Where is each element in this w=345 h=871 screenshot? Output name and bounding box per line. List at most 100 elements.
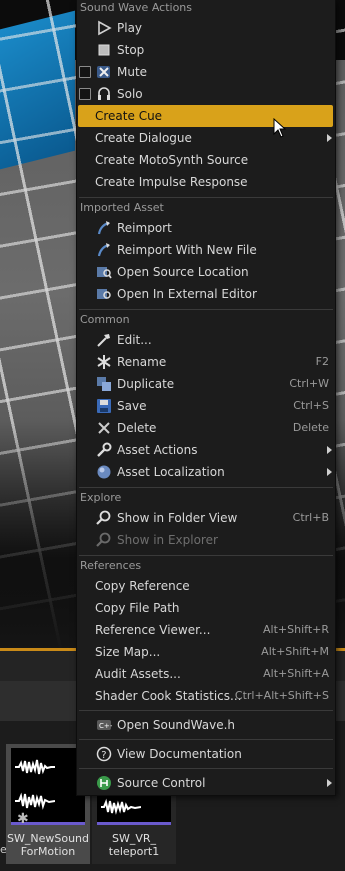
menu-item-label: Create Dialogue — [95, 131, 192, 145]
menu-item-shortcut: Ctrl+S — [293, 399, 329, 412]
menu-item-label: Duplicate — [117, 377, 175, 391]
menu-item-audit-assets[interactable]: Audit Assets... Alt+Shift+A — [77, 663, 335, 685]
submenu-arrow-icon — [327, 468, 332, 476]
menu-item-label: Reference Viewer... — [95, 623, 211, 637]
menu-item-label: Open Source Location — [117, 265, 249, 279]
menu-separator — [79, 197, 333, 198]
menu-item-label: Size Map... — [95, 645, 161, 659]
menu-item-asset-actions[interactable]: Asset Actions — [77, 439, 335, 461]
menu-item-copy-file-path[interactable]: Copy File Path — [77, 597, 335, 619]
menu-item-reimport-with-new-file[interactable]: Reimport With New File — [77, 239, 335, 261]
headphones-icon — [96, 86, 112, 102]
menu-item-label: Rename — [117, 355, 167, 369]
reimport-icon — [96, 220, 112, 236]
menu-item-label: Audit Assets... — [95, 667, 181, 681]
menu-item-save[interactable]: Save Ctrl+S — [77, 395, 335, 417]
rename-icon — [96, 354, 112, 370]
menu-item-label: Copy Reference — [95, 579, 190, 593]
external-editor-icon — [96, 286, 112, 302]
submenu-arrow-icon — [327, 446, 332, 454]
globe-icon — [96, 464, 112, 480]
menu-item-label: Source Control — [117, 776, 206, 790]
asset-name: SW_NewSound ForMotion — [6, 832, 90, 858]
menu-item-shortcut: Ctrl+B — [292, 511, 329, 524]
menu-item-open-source-location[interactable]: Open Source Location — [77, 261, 335, 283]
asset-name-line2: teleport1 — [108, 845, 160, 858]
menu-item-mute[interactable]: Mute — [77, 61, 335, 83]
menu-item-label: Delete — [117, 421, 157, 435]
modified-star-icon: ✱ — [17, 811, 29, 827]
asset-context-menu: Sound Wave Actions Play Stop Mute Solo C… — [76, 0, 336, 796]
menu-item-shortcut: Ctrl+Alt+Shift+S — [234, 689, 329, 702]
asset-thumbnail: ✱ — [11, 748, 85, 827]
svg-text:?: ? — [101, 750, 106, 761]
menu-separator — [79, 555, 333, 556]
menu-item-create-cue[interactable]: Create Cue — [77, 105, 335, 127]
menu-item-label: Show in Explorer — [117, 533, 218, 547]
menu-separator — [79, 487, 333, 488]
menu-item-duplicate[interactable]: Duplicate Ctrl+W — [77, 373, 335, 395]
menu-item-shortcut: Ctrl+W — [289, 377, 329, 390]
menu-item-rename[interactable]: Rename F2 — [77, 351, 335, 373]
menu-item-label: Play — [117, 21, 143, 35]
folder-search-icon — [96, 264, 112, 280]
menu-item-label: Open SoundWave.h — [117, 718, 236, 732]
save-icon — [96, 398, 112, 414]
help-icon: ? — [96, 746, 112, 762]
svg-text:C++: C++ — [99, 722, 112, 730]
play-icon — [96, 20, 112, 36]
menu-item-play[interactable]: Play — [77, 17, 335, 39]
menu-item-label: Shader Cook Statistics... — [95, 689, 242, 703]
menu-item-label: Solo — [117, 87, 143, 101]
solo-checkbox[interactable] — [79, 88, 91, 100]
submenu-arrow-icon — [327, 779, 332, 787]
stop-icon — [96, 42, 112, 58]
section-references: References — [80, 559, 142, 572]
menu-item-create-impulse-response[interactable]: Create Impulse Response — [77, 171, 335, 193]
menu-item-reimport[interactable]: Reimport — [77, 217, 335, 239]
menu-item-shader-cook-statistics[interactable]: Shader Cook Statistics... Ctrl+Alt+Shift… — [77, 685, 335, 707]
menu-item-label: Show in Folder View — [117, 511, 238, 525]
menu-item-solo[interactable]: Solo — [77, 83, 335, 105]
menu-item-label: Mute — [117, 65, 148, 79]
magnifier-icon — [96, 532, 112, 548]
menu-item-label: Copy File Path — [95, 601, 180, 615]
menu-item-show-in-folder-view[interactable]: Show in Folder View Ctrl+B — [77, 507, 335, 529]
menu-item-open-soundwave-h[interactable]: C++ Open SoundWave.h — [77, 714, 335, 736]
menu-item-label: Create Impulse Response — [95, 175, 248, 189]
menu-item-label: Stop — [117, 43, 145, 57]
mute-checkbox[interactable] — [79, 66, 91, 78]
menu-item-reference-viewer[interactable]: Reference Viewer... Alt+Shift+R — [77, 619, 335, 641]
menu-separator — [79, 710, 333, 711]
menu-item-label: Edit... — [117, 333, 152, 347]
menu-separator — [79, 768, 333, 769]
menu-item-shortcut: Alt+Shift+R — [263, 623, 329, 636]
menu-item-show-in-explorer: Show in Explorer — [77, 529, 335, 551]
menu-item-delete[interactable]: Delete Delete — [77, 417, 335, 439]
menu-item-edit[interactable]: Edit... — [77, 329, 335, 351]
asset-name-line1: SW_NewSound — [7, 832, 89, 845]
menu-item-view-documentation[interactable]: ? View Documentation — [77, 743, 335, 765]
reimport-icon — [96, 242, 112, 258]
menu-item-shortcut: Alt+Shift+M — [261, 645, 329, 658]
menu-item-label: View Documentation — [117, 747, 242, 761]
menu-item-stop[interactable]: Stop — [77, 39, 335, 61]
menu-item-size-map[interactable]: Size Map... Alt+Shift+M — [77, 641, 335, 663]
menu-item-label: Open In External Editor — [117, 287, 257, 301]
menu-item-copy-reference[interactable]: Copy Reference — [77, 575, 335, 597]
mouse-cursor-icon — [273, 118, 287, 138]
menu-item-source-control[interactable]: Source Control — [77, 772, 335, 794]
menu-item-create-motosynth-source[interactable]: Create MotoSynth Source — [77, 149, 335, 171]
delete-x-icon — [96, 420, 112, 436]
waveform-icon — [15, 792, 55, 810]
menu-item-label: Create Cue — [95, 109, 163, 123]
menu-item-label: Asset Localization — [117, 465, 225, 479]
menu-item-create-dialogue[interactable]: Create Dialogue — [77, 127, 335, 149]
menu-separator — [79, 309, 333, 310]
menu-item-asset-localization[interactable]: Asset Localization — [77, 461, 335, 483]
menu-item-open-in-external-editor[interactable]: Open In External Editor — [77, 283, 335, 305]
cpp-file-icon: C++ — [96, 717, 112, 733]
wrench-icon — [96, 442, 112, 458]
section-imported-asset: Imported Asset — [80, 201, 164, 214]
menu-separator — [79, 739, 333, 740]
